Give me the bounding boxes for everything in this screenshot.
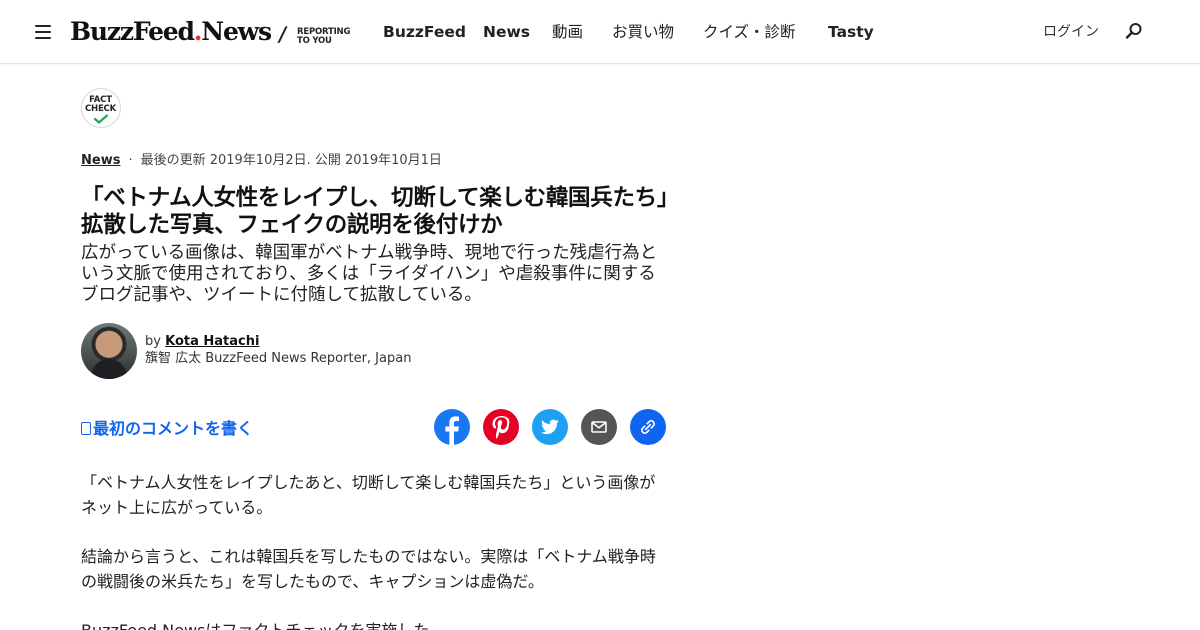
logo-text-buzzfeed: BuzzFeed bbox=[70, 17, 195, 46]
email-icon bbox=[581, 409, 617, 445]
copy-link-button[interactable] bbox=[630, 409, 666, 445]
article-meta: News · 最後の更新 2019年10月2日. 公開 2019年10月1日 bbox=[81, 152, 442, 170]
site-header: BuzzFeed.News / REPORTING TO YOU BuzzFee… bbox=[0, 0, 1200, 64]
badge-line2: CHECK bbox=[85, 104, 116, 114]
share-pinterest-button[interactable] bbox=[483, 409, 519, 445]
tagline-line2: TO YOU bbox=[297, 36, 332, 46]
article-paragraph: 結論から言うと、これは韓国兵を写したものではない。実際は「ベトナム戦争時の戦闘後… bbox=[81, 547, 656, 591]
share-twitter-button[interactable] bbox=[532, 409, 568, 445]
tagline-slash: / bbox=[276, 22, 289, 46]
nav-item-buzzfeed[interactable]: BuzzFeed bbox=[383, 20, 466, 44]
fact-check-badge: FACT CHECK bbox=[81, 88, 121, 128]
login-link[interactable]: ログイン bbox=[1043, 22, 1099, 42]
nav-item-shopping[interactable]: お買い物 bbox=[612, 20, 674, 44]
author-byline: by Kota Hatachi bbox=[145, 333, 259, 351]
search-icon[interactable] bbox=[1125, 22, 1143, 40]
article-headline: 「ベトナム人女性をレイプし、切断して楽しむ韓国兵たち」拡散した写真、フェイクの説… bbox=[81, 185, 680, 238]
section-link[interactable]: News bbox=[81, 153, 120, 168]
twitter-icon bbox=[532, 409, 568, 445]
nav-item-video[interactable]: 動画 bbox=[552, 20, 583, 44]
article-paragraph: BuzzFeed Newsはファクトチェックを実施した。 bbox=[81, 618, 671, 630]
share-facebook-button[interactable] bbox=[434, 409, 470, 445]
link-icon bbox=[630, 409, 666, 445]
logo-text-news: News bbox=[201, 17, 272, 46]
checkmark-icon bbox=[93, 114, 109, 124]
nav-item-tasty[interactable]: Tasty bbox=[828, 20, 874, 44]
article-paragraph: 「ベトナム人女性をレイプしたあと、切断して楽しむ韓国兵たち」という画像がネット上… bbox=[81, 473, 656, 517]
article-dek: 広がっている画像は、韓国軍がベトナム戦争時、現地で行った残虐行為という文脈で使用… bbox=[81, 243, 658, 305]
nav-item-quiz[interactable]: クイズ・診断 bbox=[703, 20, 796, 44]
share-email-button[interactable] bbox=[581, 409, 617, 445]
buzzfeed-news-logo[interactable]: BuzzFeed.News bbox=[70, 16, 272, 48]
hamburger-menu-icon[interactable] bbox=[35, 25, 51, 39]
tagline: REPORTING TO YOU bbox=[297, 28, 350, 46]
byline-prefix: by bbox=[145, 334, 161, 349]
comment-icon bbox=[81, 422, 91, 435]
author-title: 籏智 広太 BuzzFeed News Reporter, Japan bbox=[145, 351, 412, 366]
comment-link-label: 最初のコメントを書く bbox=[93, 419, 254, 438]
author-name-link[interactable]: Kota Hatachi bbox=[165, 334, 259, 349]
author-avatar[interactable] bbox=[81, 323, 137, 379]
article-dates: 最後の更新 2019年10月2日. 公開 2019年10月1日 bbox=[140, 153, 442, 168]
pinterest-icon bbox=[483, 409, 519, 445]
facebook-icon bbox=[434, 409, 470, 445]
meta-separator: · bbox=[128, 153, 133, 168]
nav-item-news[interactable]: News bbox=[483, 20, 530, 44]
write-first-comment-link[interactable]: 最初のコメントを書く bbox=[81, 418, 253, 440]
